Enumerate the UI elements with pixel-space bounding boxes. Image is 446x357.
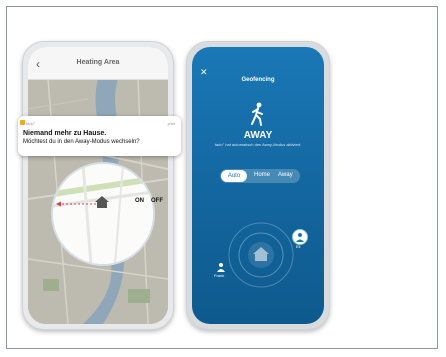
notification-headline: Niemand mehr zu Hause.	[23, 130, 107, 137]
mode-auto-button[interactable]: Auto	[221, 170, 247, 182]
status-description: tado° hat automatisch den Away-Modus akt…	[214, 142, 302, 147]
walking-person-icon	[251, 102, 263, 126]
phone-geofencing: ✕ Geofencing AWAY tado° hat automatisch …	[186, 41, 330, 330]
geofence-zoom-circle	[52, 163, 154, 265]
person-frank-label: Frank	[214, 273, 225, 278]
person-eli-label: Eli	[296, 244, 301, 249]
status-label: AWAY	[243, 130, 273, 141]
mode-home-button[interactable]: Home	[254, 172, 270, 178]
notification-app-name: tado°	[26, 121, 36, 126]
toggle-off-label[interactable]: OFF	[151, 198, 163, 204]
notification-banner[interactable]: tado° jetzt Niemand mehr zu Hause. Möcht…	[18, 116, 181, 156]
app-header: ‹ Heating Area	[28, 47, 168, 80]
notification-message: Möchtest du in den Away-Modus wechseln?	[23, 139, 140, 145]
page-title: Geofencing	[241, 77, 275, 83]
mode-away-button[interactable]: Away	[278, 172, 293, 178]
home-icon	[95, 196, 109, 208]
person-icon	[296, 233, 304, 242]
geofencing-screen: ✕ Geofencing AWAY tado° hat automatisch …	[192, 47, 324, 324]
mode-segmented-control: Auto Home Away	[220, 169, 300, 183]
notification-time: jetzt	[167, 121, 175, 126]
page-title: Heating Area	[76, 59, 120, 66]
person-eli-avatar[interactable]	[292, 229, 308, 245]
person-icon	[217, 263, 225, 272]
toggle-on-label[interactable]: ON	[135, 198, 144, 204]
tado-logo-icon	[20, 120, 25, 125]
home-icon	[253, 247, 269, 261]
